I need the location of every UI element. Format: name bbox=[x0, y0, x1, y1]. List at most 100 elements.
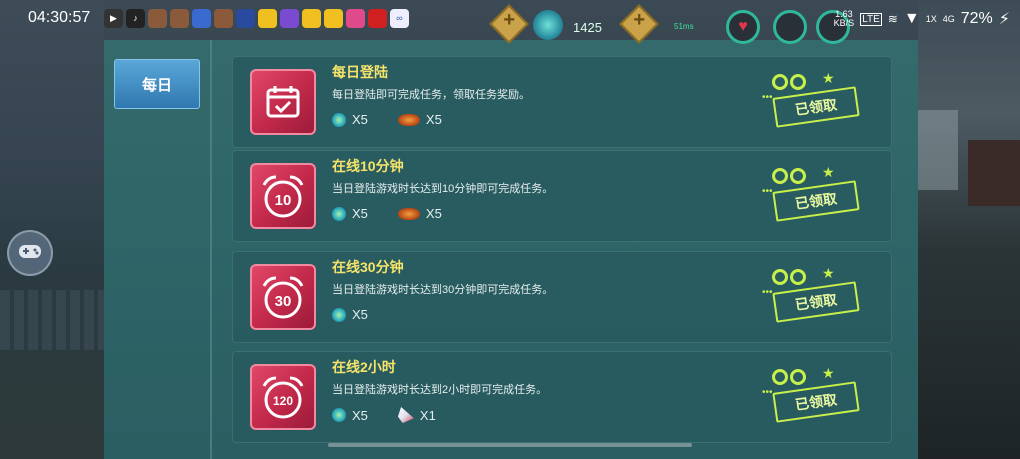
link-icon: ∞ bbox=[390, 9, 409, 28]
reward-item: X5 bbox=[397, 112, 442, 127]
task-description: 当日登陆游戏时长达到30分钟即可完成任务。 bbox=[332, 284, 554, 296]
task-description: 当日登陆游戏时长达到10分钟即可完成任务。 bbox=[332, 183, 554, 195]
signal-1x: 1X bbox=[925, 13, 937, 24]
game-avatar-icon bbox=[214, 9, 233, 28]
qq-icon bbox=[324, 9, 343, 28]
claimed-label: 已领取 bbox=[772, 281, 860, 323]
lala-icon bbox=[346, 9, 365, 28]
game-avatar-icon bbox=[170, 9, 189, 28]
video-app-icon: ▶ bbox=[104, 9, 123, 28]
reward-amount: X5 bbox=[425, 206, 442, 221]
floating-gamepad-button[interactable] bbox=[7, 230, 53, 276]
food-icon bbox=[397, 113, 420, 126]
charging-icon: ⚡ bbox=[998, 11, 1010, 28]
volte-icon: LTE bbox=[860, 12, 882, 26]
gem-icon bbox=[332, 408, 346, 422]
messenger-icon bbox=[192, 9, 211, 28]
battery-text: 72% bbox=[960, 10, 993, 27]
reward-item: X5 bbox=[397, 206, 442, 221]
alarm-number: 10 bbox=[275, 192, 292, 209]
claimed-label: 已领取 bbox=[772, 86, 860, 128]
star-icon: ★ bbox=[822, 265, 835, 281]
gem-icon bbox=[332, 307, 346, 322]
background-wall bbox=[968, 140, 1020, 206]
background-step bbox=[918, 110, 958, 190]
claimed-label: 已领取 bbox=[772, 381, 860, 423]
app-icon bbox=[236, 9, 255, 28]
app-icon bbox=[280, 9, 299, 28]
reward-item: X1 bbox=[397, 407, 436, 423]
notification-icons: ▶ ♪ ∞ bbox=[104, 9, 409, 28]
reward-amount: X1 bbox=[419, 407, 436, 423]
vibrate-icon: ≋ bbox=[887, 12, 898, 26]
home-indicator-bar[interactable] bbox=[328, 443, 692, 447]
star-icon: ★ bbox=[822, 70, 835, 86]
background-left bbox=[0, 0, 104, 459]
stamp-eyes-icon bbox=[772, 168, 806, 184]
task-card-online-2h: 120 在线2小时 当日登陆游戏时长达到2小时即可完成任务。 X5 X1 ★ •… bbox=[232, 351, 892, 443]
alarm-number: 120 bbox=[273, 394, 293, 408]
reward-amount: X5 bbox=[352, 307, 368, 322]
task-title: 在线10分钟 bbox=[332, 158, 404, 174]
status-time: 04:30:57 bbox=[28, 9, 91, 26]
reward-item: X5 bbox=[332, 112, 368, 127]
task-card-online-30min: 30 在线30分钟 当日登陆游戏时长达到30分钟即可完成任务。 X5 ★ •••… bbox=[232, 251, 892, 343]
task-rewards: X5 X1 bbox=[332, 407, 436, 423]
reward-amount: X5 bbox=[425, 112, 442, 127]
task-description: 每日登陆即可完成任务，领取任务奖励。 bbox=[332, 89, 530, 101]
stamp-dots-icon: ••• bbox=[762, 387, 773, 398]
claimed-label: 已领取 bbox=[772, 180, 860, 222]
tab-daily[interactable]: 每日 bbox=[114, 59, 200, 109]
claimed-stamp: ★ ••• 已领取 bbox=[762, 164, 862, 226]
task-rewards: X5 X5 bbox=[332, 112, 442, 127]
task-card-daily-login: 每日登陆 每日登陆即可完成任务，领取任务奖励。 X5 X5 ★ ••• 已领取 bbox=[232, 56, 892, 148]
alarm-number: 30 bbox=[275, 293, 292, 310]
background-fence bbox=[0, 290, 104, 350]
status-right: 1.63 KB/S LTE ≋ ▼ 1X 4G 72% ⚡ bbox=[834, 9, 1010, 29]
shopping-icon bbox=[368, 9, 387, 28]
gem-icon bbox=[332, 206, 346, 221]
tiktok-icon: ♪ bbox=[126, 9, 145, 28]
alarm-clock-icon: 120 bbox=[250, 364, 316, 430]
stamp-dots-icon: ••• bbox=[762, 92, 773, 103]
alarm-clock-icon: 30 bbox=[250, 264, 316, 330]
star-icon: ★ bbox=[822, 164, 835, 180]
stamp-dots-icon: ••• bbox=[762, 287, 773, 298]
task-title: 在线30分钟 bbox=[332, 259, 404, 275]
stamp-eyes-icon bbox=[772, 369, 806, 385]
task-rewards: X5 X5 bbox=[332, 206, 442, 221]
task-card-online-10min: 10 在线10分钟 当日登陆游戏时长达到10分钟即可完成任务。 X5 X5 ★ … bbox=[232, 150, 892, 242]
reward-amount: X5 bbox=[352, 112, 368, 127]
task-description: 当日登陆游戏时长达到2小时即可完成任务。 bbox=[332, 384, 548, 396]
claimed-stamp: ★ ••• 已领取 bbox=[762, 265, 862, 327]
game-avatar-icon bbox=[148, 9, 167, 28]
alarm-clock-icon: 10 bbox=[250, 163, 316, 229]
reward-amount: X5 bbox=[352, 407, 368, 423]
reward-amount: X5 bbox=[352, 206, 368, 221]
gem-icon bbox=[332, 112, 346, 127]
daily-tasks-panel: 每日 每日登陆 每日登陆即可完成任务，领取任务奖励。 X5 X5 ★ ••• 已… bbox=[104, 40, 918, 459]
status-bar: 04:30:57 ▶ ♪ ∞ 1.63 KB/S LTE ≋ ▼ 1X 4G 72… bbox=[0, 0, 1020, 38]
flag-icon bbox=[397, 407, 414, 423]
stamp-eyes-icon bbox=[772, 269, 806, 285]
reward-item: X5 bbox=[332, 408, 368, 423]
background-right bbox=[918, 0, 1020, 459]
task-title: 在线2小时 bbox=[332, 359, 396, 375]
qq-icon bbox=[258, 9, 277, 28]
reward-item: X5 bbox=[332, 206, 368, 221]
reward-item: X5 bbox=[332, 307, 368, 322]
claimed-stamp: ★ ••• 已领取 bbox=[762, 70, 862, 132]
wifi-icon: ▼ bbox=[903, 10, 920, 27]
qq-icon bbox=[302, 9, 321, 28]
task-rewards: X5 bbox=[332, 307, 368, 322]
star-icon: ★ bbox=[822, 365, 835, 381]
claimed-stamp: ★ ••• 已领取 bbox=[762, 365, 862, 427]
net-speed: 1.63 KB/S bbox=[833, 9, 855, 28]
stamp-eyes-icon bbox=[772, 74, 806, 90]
gamepad-icon bbox=[17, 241, 43, 266]
food-icon bbox=[397, 207, 420, 220]
signal-4g: 4G bbox=[942, 13, 955, 24]
calendar-check-icon bbox=[250, 69, 316, 135]
panel-divider bbox=[210, 40, 212, 459]
stamp-dots-icon: ••• bbox=[762, 186, 773, 197]
